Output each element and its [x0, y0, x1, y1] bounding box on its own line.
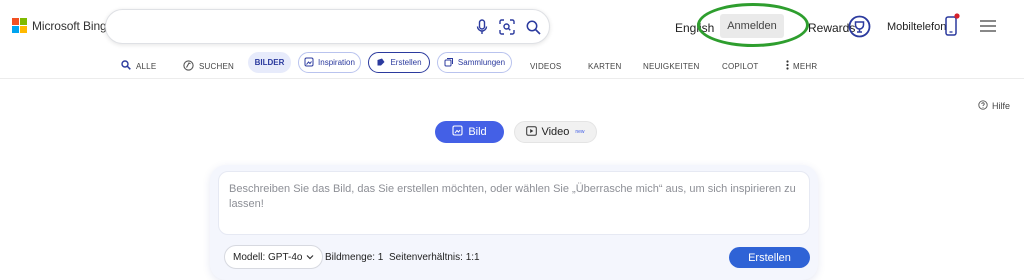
tab-news[interactable]: NEUIGKEITEN: [643, 56, 699, 76]
search-icon: [121, 60, 131, 72]
prompt-textarea[interactable]: Beschreiben Sie das Bild, das Sie erstel…: [218, 171, 810, 235]
microphone-icon[interactable]: [473, 18, 491, 36]
tab-create-label: Erstellen: [390, 58, 422, 67]
image-create-icon: [452, 125, 463, 139]
collections-icon: [444, 57, 454, 69]
tab-copilot[interactable]: COPILOT: [722, 56, 759, 76]
tab-maps-label: KARTEN: [588, 61, 622, 71]
video-play-icon: [526, 125, 538, 139]
copilot-search-icon: [183, 59, 194, 73]
tab-create[interactable]: Erstellen: [368, 52, 430, 73]
tab-copilot-label: COPILOT: [722, 61, 759, 71]
create-icon: [376, 57, 386, 69]
help-icon: [978, 100, 988, 112]
tab-more-label: MEHR: [793, 61, 818, 71]
inspiration-icon: [304, 57, 314, 69]
tab-all-label: ALLE: [136, 61, 157, 71]
tab-collections[interactable]: Sammlungen: [437, 52, 512, 73]
video-mode-button[interactable]: Video new: [514, 121, 597, 143]
video-mode-label: Video: [541, 126, 570, 138]
model-dropdown-label: Modell: GPT-4o: [233, 251, 303, 263]
prompt-card: Beschreiben Sie das Bild, das Sie erstel…: [210, 165, 818, 280]
tab-videos[interactable]: VIDEOS: [530, 56, 561, 76]
chevron-down-icon: [306, 252, 314, 263]
menu-icon[interactable]: [980, 19, 996, 32]
new-badge: new: [575, 129, 585, 135]
search-icon[interactable]: [524, 18, 542, 36]
highlight-annotation: [697, 3, 809, 47]
bing-logo[interactable]: Microsoft Bing: [12, 18, 107, 33]
search-input[interactable]: [105, 9, 550, 44]
microsoft-logo-icon: [12, 18, 27, 33]
tab-inspiration[interactable]: Inspiration: [298, 52, 361, 73]
image-mode-label: Bild: [468, 126, 487, 138]
tab-maps[interactable]: KARTEN: [588, 56, 622, 76]
rewards-trophy-icon[interactable]: [848, 15, 871, 38]
tab-search-label: SUCHEN: [199, 61, 234, 71]
visual-search-icon[interactable]: [498, 18, 516, 36]
tab-search[interactable]: SUCHEN: [183, 56, 234, 76]
help-label: Hilfe: [992, 101, 1011, 111]
tab-all[interactable]: ALLE: [121, 56, 156, 76]
tab-inspiration-label: Inspiration: [318, 58, 355, 67]
tab-images-label: BILDER: [254, 58, 285, 67]
create-button[interactable]: Erstellen: [729, 247, 810, 268]
tab-images[interactable]: BILDER: [248, 52, 291, 73]
image-mode-button[interactable]: Bild: [435, 121, 504, 143]
brand-name: Microsoft Bing: [32, 18, 107, 33]
phone-icon[interactable]: [944, 13, 960, 37]
tab-news-label: NEUIGKEITEN: [643, 61, 700, 71]
mobile-link[interactable]: Mobiltelefon: [887, 21, 946, 33]
tab-videos-label: VIDEOS: [530, 61, 562, 71]
image-count-option[interactable]: Bildmenge: 1: [325, 252, 383, 263]
more-dots-icon: [786, 60, 789, 72]
model-dropdown[interactable]: Modell: GPT-4o: [224, 245, 324, 269]
tab-more[interactable]: MEHR: [786, 56, 817, 76]
tab-collections-label: Sammlungen: [457, 58, 506, 67]
aspect-ratio-option[interactable]: Seitenverhältnis: 1:1: [389, 252, 480, 263]
nav-divider: [0, 78, 1024, 79]
help-link[interactable]: Hilfe: [978, 100, 1010, 112]
